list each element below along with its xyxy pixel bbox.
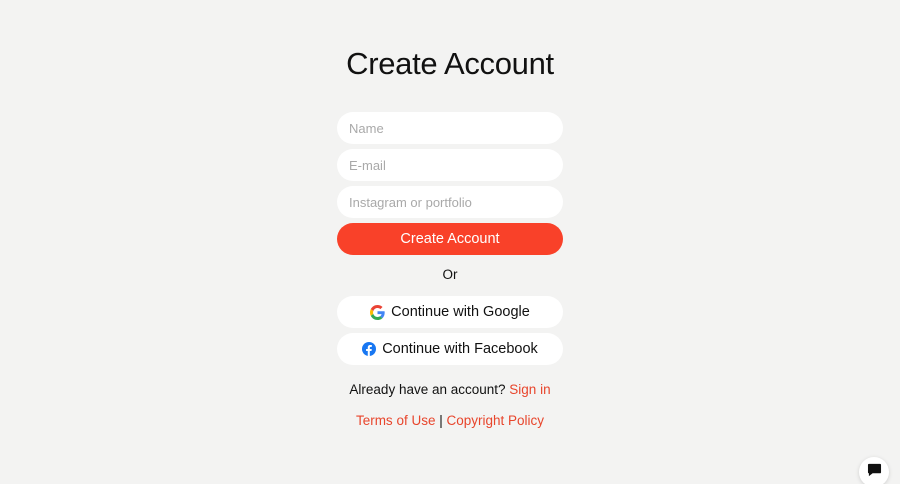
create-account-page: Create Account Create Account Or Continu… bbox=[0, 0, 900, 484]
portfolio-input[interactable] bbox=[337, 186, 563, 218]
continue-with-google-button[interactable]: Continue with Google bbox=[337, 296, 563, 328]
continue-with-facebook-button[interactable]: Continue with Facebook bbox=[337, 333, 563, 365]
create-account-button[interactable]: Create Account bbox=[337, 223, 563, 255]
chat-bubble-icon bbox=[867, 463, 882, 482]
legal-separator: | bbox=[439, 413, 443, 428]
legal-links: Terms of Use | Copyright Policy bbox=[0, 413, 900, 428]
sign-in-link[interactable]: Sign in bbox=[509, 382, 550, 397]
facebook-f-icon bbox=[362, 342, 377, 356]
terms-of-use-link[interactable]: Terms of Use bbox=[356, 413, 436, 428]
chat-widget-button[interactable] bbox=[859, 457, 889, 484]
signin-prompt-line: Already have an account? Sign in bbox=[0, 382, 900, 397]
page-title: Create Account bbox=[346, 46, 554, 81]
copyright-policy-link[interactable]: Copyright Policy bbox=[447, 413, 545, 428]
name-input[interactable] bbox=[337, 112, 563, 144]
or-divider: Or bbox=[442, 267, 458, 282]
google-g-icon bbox=[370, 304, 385, 320]
signin-prompt-text: Already have an account? bbox=[349, 382, 506, 397]
email-input[interactable] bbox=[337, 149, 563, 181]
facebook-button-label: Continue with Facebook bbox=[382, 341, 538, 357]
google-button-label: Continue with Google bbox=[391, 304, 530, 320]
